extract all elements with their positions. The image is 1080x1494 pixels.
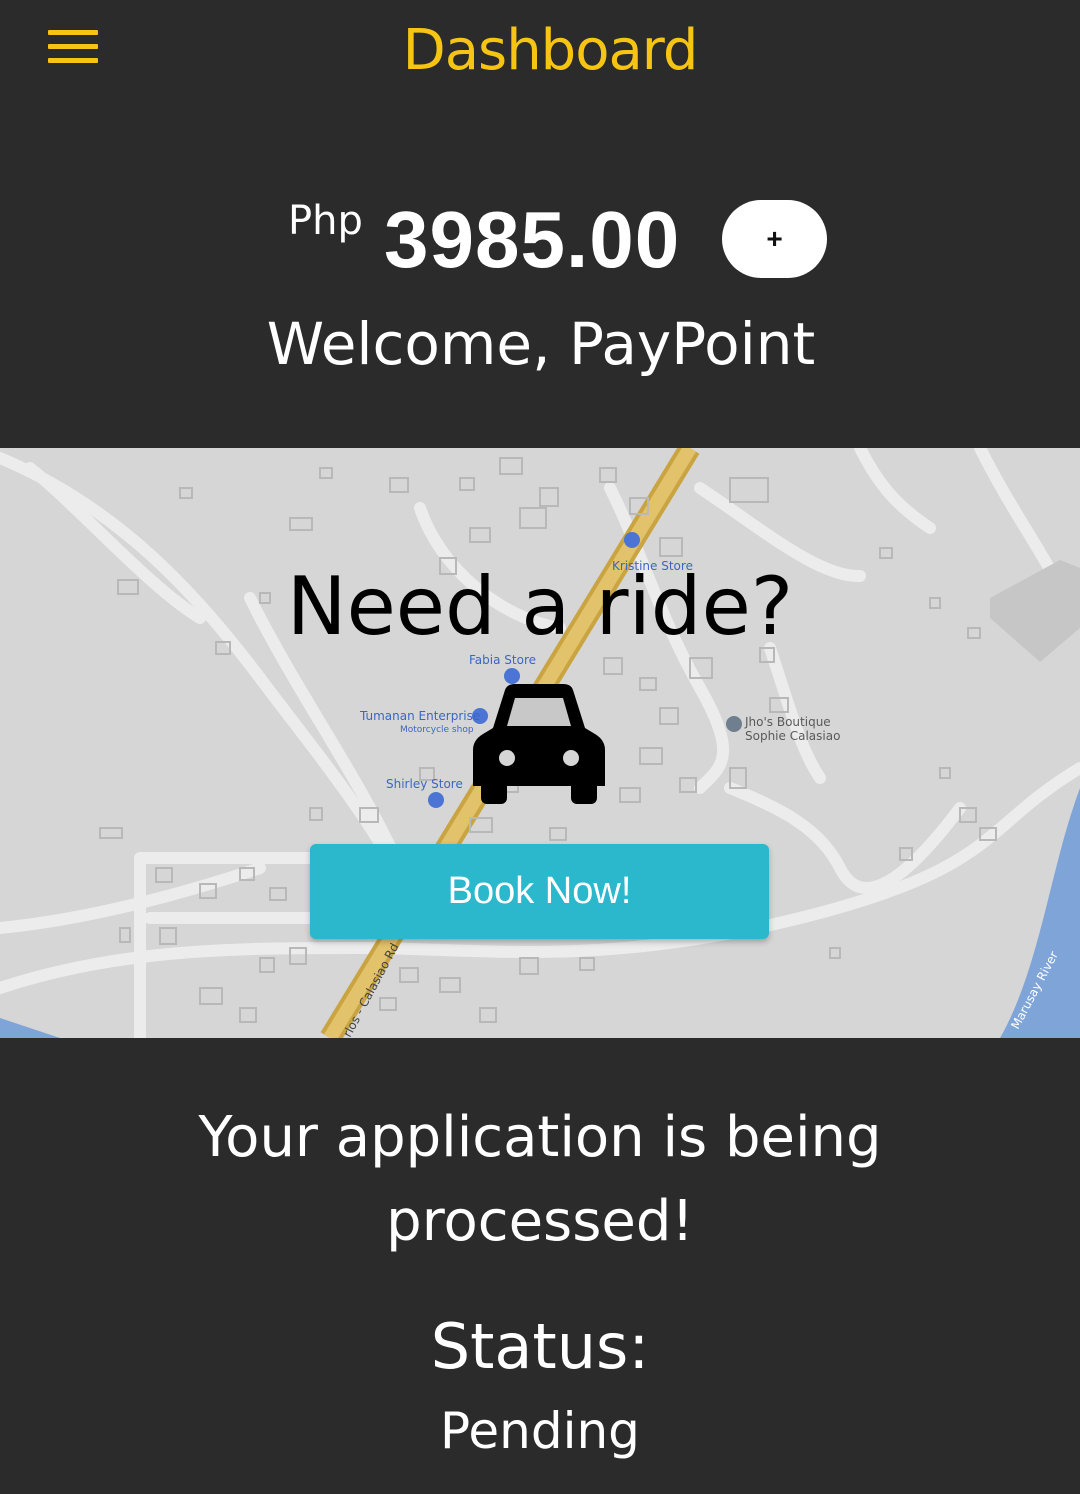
application-status-section: Your application is being processed! Sta… [0, 1038, 1080, 1494]
top-up-button[interactable]: + [722, 200, 827, 278]
book-now-button[interactable]: Book Now! [310, 844, 769, 939]
application-message: Your application is being processed! [198, 1105, 882, 1254]
status-label: Status: [430, 1310, 650, 1383]
page-title: Dashboard [402, 18, 699, 83]
map-label-fabia: Fabia Store [469, 653, 536, 667]
book-ride-section: Kristine Store Fabia Store Tumanan Enter… [0, 448, 1080, 1038]
map-label-tumanan-sub: Motorcycle shop [400, 725, 474, 735]
welcome-message: Welcome, PayPoint [266, 310, 816, 378]
map-label-tumanan: Tumanan Enterprise [359, 709, 480, 723]
car-icon [473, 684, 605, 804]
currency-label: Php [288, 198, 363, 244]
app-bar: Dashboard [0, 0, 1080, 120]
ride-heading: Need a ride? [286, 560, 794, 653]
map-label-jhos: Jho's Boutique [744, 715, 831, 729]
status-value: Pending [440, 1402, 640, 1460]
map-label-jhos-sub: Sophie Calasiao [745, 729, 840, 743]
wallet-panel: Php 3985.00 + Welcome, PayPoint [0, 120, 1080, 448]
balance-amount: 3985.00 [384, 195, 681, 284]
map-label-shirley: Shirley Store [386, 777, 463, 791]
